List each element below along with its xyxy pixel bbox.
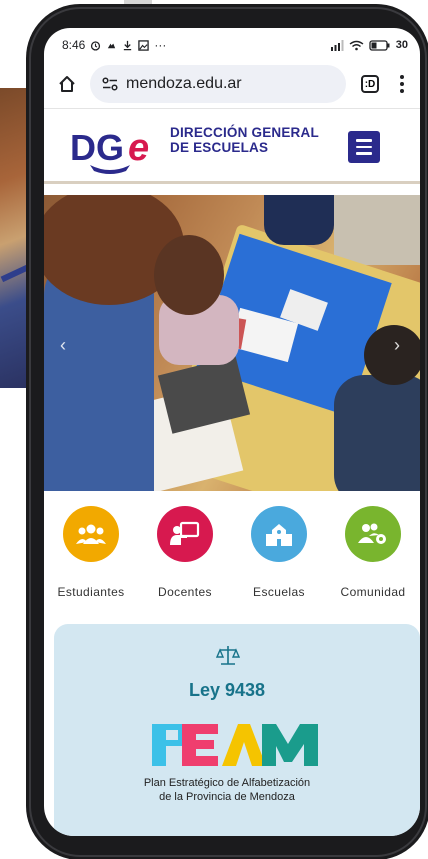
url-text[interactable]: mendoza.edu.ar <box>126 75 242 93</box>
quick-link-label: Estudiantes <box>57 585 125 599</box>
hamburger-line <box>356 139 372 142</box>
school-icon <box>251 506 307 562</box>
hero-photo-boy-hair <box>364 325 420 385</box>
url-bar[interactable]: mendoza.edu.ar <box>90 65 346 103</box>
wifi-icon <box>349 40 364 50</box>
dge-logo[interactable]: DG e <box>70 125 166 175</box>
quick-link-label: Docentes <box>158 585 212 599</box>
browser-menu-button[interactable] <box>394 75 410 93</box>
logo-text-line1: DIRECCIÓN GENERAL <box>170 125 319 140</box>
menu-dot <box>400 89 404 93</box>
quick-link-comunidad[interactable]: Comunidad <box>328 506 418 599</box>
download-icon <box>124 40 132 50</box>
hero-photo-wall <box>334 195 420 265</box>
quick-link-docentes[interactable]: Docentes <box>140 506 230 599</box>
phone-screen: 8:46 ··· 30 mendoza.edu.ar :D DG e DIREC… <box>44 28 420 836</box>
quick-link-label: Comunidad <box>340 585 406 599</box>
hamburger-menu-button[interactable] <box>348 131 380 163</box>
quick-link-estudiantes[interactable]: Estudiantes <box>46 506 136 599</box>
peam-subtitle-line1: Plan Estratégico de Alfabetización <box>143 777 311 789</box>
peam-logo <box>152 724 318 766</box>
browser-toolbar: mendoza.edu.ar :D <box>44 62 420 106</box>
dge-logo-mark: DG e <box>70 127 149 174</box>
tabs-button[interactable]: :D <box>358 73 382 95</box>
site-settings-icon[interactable] <box>102 77 118 91</box>
ley-9438-card[interactable]: Ley 9438 Plan Estratégico de Alfabetizac… <box>54 624 420 836</box>
community-icon <box>345 506 401 562</box>
carousel-prev-arrow[interactable]: ‹ <box>60 335 66 356</box>
battery-level: 30 <box>395 39 408 51</box>
cloud-icon <box>108 43 116 48</box>
carousel-next-arrow[interactable]: › <box>394 335 400 356</box>
menu-dot <box>400 75 404 79</box>
quick-link-label: Escuelas <box>253 585 305 599</box>
scales-icon <box>216 646 240 665</box>
quick-link-escuelas[interactable]: Escuelas <box>234 506 324 599</box>
peam-subtitle: Plan Estratégico de Alfabetización de la… <box>54 776 400 804</box>
teacher-icon <box>157 506 213 562</box>
peam-subtitle-line2: de la Provincia de Mendoza <box>159 791 295 803</box>
hero-carousel[interactable]: ‹ › <box>44 195 420 491</box>
students-icon <box>63 506 119 562</box>
logo-text: DIRECCIÓN GENERAL DE ESCUELAS <box>170 125 319 155</box>
hero-photo-boy <box>334 375 420 491</box>
hero-photo-girl-hair <box>154 235 224 315</box>
ley-title: Ley 9438 <box>188 680 266 700</box>
menu-dot <box>400 82 404 86</box>
svg-text:DG: DG <box>70 127 124 168</box>
site-header: DG e DIRECCIÓN GENERAL DE ESCUELAS <box>44 108 420 184</box>
status-bar: 8:46 ··· 30 <box>44 28 420 62</box>
quick-links: Estudiantes Docentes Escuelas Comunidad <box>44 506 420 606</box>
alarm-icon <box>91 40 101 51</box>
signal-icon <box>330 39 344 51</box>
tab-count: :D <box>361 75 379 93</box>
logo-text-line2: DE ESCUELAS <box>170 140 269 155</box>
status-more: ··· <box>154 38 167 52</box>
home-button[interactable] <box>56 73 78 95</box>
hero-photo-child <box>264 195 334 245</box>
hamburger-line <box>356 145 372 149</box>
hamburger-line <box>356 152 372 155</box>
battery-icon <box>369 39 390 51</box>
status-time: 8:46 <box>62 38 86 52</box>
svg-text:e: e <box>128 127 149 169</box>
gallery-icon <box>138 39 150 51</box>
home-icon <box>59 76 75 92</box>
